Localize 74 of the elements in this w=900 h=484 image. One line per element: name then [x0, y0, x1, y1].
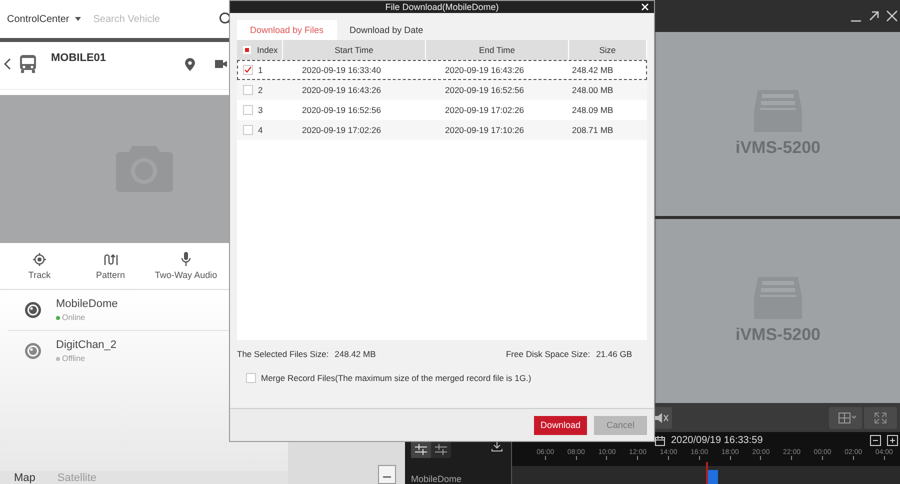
free-space-value: 21.46 GB: [596, 349, 632, 359]
row-checkbox[interactable]: [243, 105, 253, 115]
column-header[interactable]: Size: [569, 40, 647, 60]
index-cell-text: 4: [257, 125, 264, 135]
center-selector[interactable]: ControlCenter: [7, 14, 70, 24]
back-icon[interactable]: [4, 58, 11, 70]
size-cell-text: 248.09 MB: [572, 105, 614, 115]
file-row[interactable]: 2 2020-09-19 16:43:26 2020-09-19 16:52:56 248.00 MB: [237, 80, 647, 100]
search-field[interactable]: Search Vehicle: [91, 12, 208, 26]
status-text: Offline: [62, 354, 85, 363]
recording-segment: [708, 470, 718, 484]
index-cell-text: 2: [257, 85, 264, 95]
index-cell-text: 3: [257, 105, 264, 115]
playback-date: 2020/09/19 16:33:59: [671, 435, 763, 446]
column-header[interactable]: Index: [255, 40, 283, 60]
bus-icon: [19, 54, 37, 74]
sliders-icon[interactable]: [431, 441, 451, 458]
row-checkbox[interactable]: [243, 125, 253, 135]
dialog-button[interactable]: Download: [534, 416, 587, 434]
zoom-out-icon[interactable]: [870, 435, 881, 446]
row-checkbox[interactable]: [243, 85, 253, 95]
merge-label[interactable]: Merge Record Files(The maximum size of the merged record file is 1G.): [261, 373, 532, 383]
zoom-in-icon[interactable]: [887, 435, 898, 446]
status-text: Online: [62, 313, 86, 322]
end-time-cell-text: 2020-09-19 17:02:26: [444, 105, 525, 115]
action-label[interactable]: Two-Way Audio: [154, 270, 218, 280]
select-all-checkbox[interactable]: [242, 45, 252, 55]
end-time-cell-text: 2020-09-19 16:52:56: [444, 85, 525, 95]
file-row[interactable]: 3 2020-09-19 16:52:56 2020-09-19 17:02:26 248.09 MB: [237, 100, 647, 120]
action-label[interactable]: Track: [28, 270, 51, 280]
start-time-cell-text: 2020-09-19 17:02:26: [301, 125, 382, 135]
channel-name: MobileDome: [56, 298, 118, 310]
column-header[interactable]: Start Time: [283, 40, 426, 60]
dialog-title: File Download(MobileDome): [385, 2, 499, 12]
end-time-cell-text: 2020-09-19 16:43:26: [444, 65, 525, 75]
start-time-cell-text: 2020-09-19 16:33:40: [301, 65, 382, 75]
minus-icon[interactable]: [378, 465, 396, 484]
dialog-tab[interactable]: Download by Date: [336, 20, 436, 40]
vehicle-name: MOBILE01: [51, 52, 108, 64]
location-pin-icon[interactable]: [185, 58, 195, 71]
size-cell-text: 248.00 MB: [572, 85, 614, 95]
dome-camera-icon: [24, 342, 42, 360]
dome-camera-icon: [24, 301, 42, 319]
merge-checkbox[interactable]: [246, 373, 256, 383]
fullscreen-icon[interactable]: [864, 406, 897, 428]
start-time-cell-text: 2020-09-19 16:52:56: [301, 105, 382, 115]
size-cell-text: 208.71 MB: [572, 125, 614, 135]
action-label[interactable]: Pattern: [96, 270, 126, 280]
size-cell-text: 248.42 MB: [572, 65, 614, 75]
index-cell-text: 1: [257, 65, 264, 75]
channel-label: MobileDome: [411, 474, 463, 484]
end-time-cell-text: 2020-09-19 17:10:26: [444, 125, 525, 135]
map-tab[interactable]: Map: [14, 472, 36, 484]
column-header[interactable]: End Time: [426, 40, 569, 60]
caret-icon: [75, 17, 82, 21]
download-icon[interactable]: [491, 441, 503, 452]
sliders-icon[interactable]: [411, 441, 431, 458]
microphone-icon[interactable]: [181, 252, 191, 266]
restore-icon[interactable]: [868, 10, 880, 22]
channel-name: DigitChan_2: [56, 339, 117, 351]
selected-size-label: The Selected Files Size:: [237, 349, 329, 359]
pattern-icon[interactable]: [104, 252, 118, 266]
selected-size-value: 248.42 MB: [334, 349, 376, 359]
close-icon[interactable]: [886, 10, 898, 22]
file-row[interactable]: 4 2020-09-19 17:02:26 2020-09-19 17:10:26 208.71 MB: [237, 120, 647, 140]
dialog-tab[interactable]: Download by Files: [237, 20, 337, 40]
timeline-track[interactable]: [512, 466, 900, 484]
video-camera-icon[interactable]: [215, 60, 227, 68]
layout-icon[interactable]: [829, 406, 862, 428]
target-icon[interactable]: [33, 252, 46, 266]
free-space-label: Free Disk Space Size:: [506, 349, 590, 359]
start-time-cell-text: 2020-09-19 16:43:26: [301, 85, 382, 95]
calendar-icon[interactable]: [655, 436, 665, 446]
row-checkbox[interactable]: [243, 65, 253, 75]
